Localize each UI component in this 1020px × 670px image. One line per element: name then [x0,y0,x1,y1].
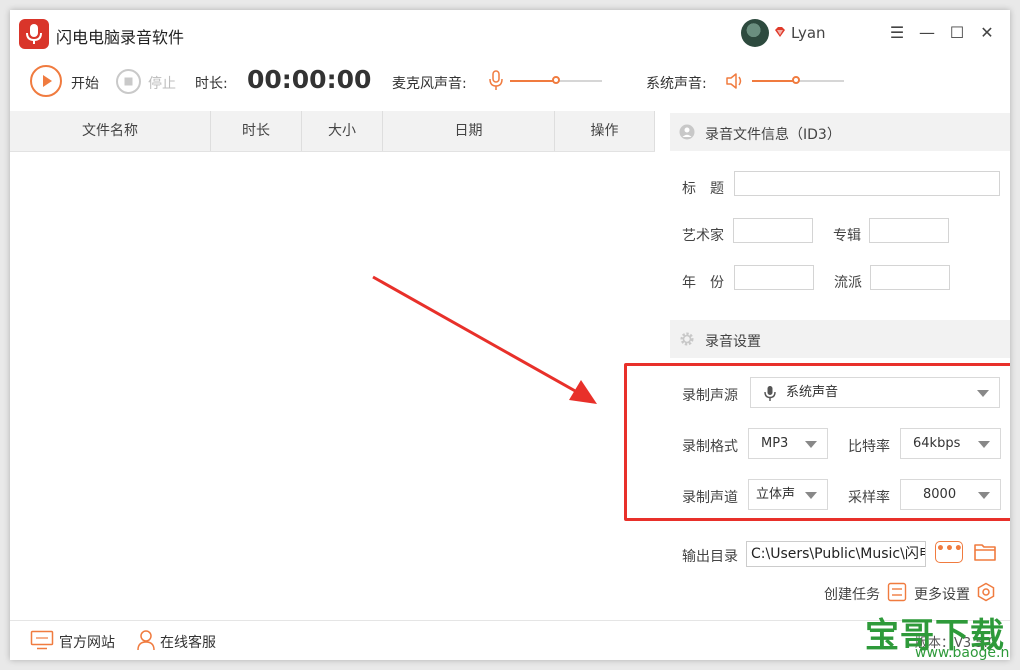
customer-service-icon[interactable] [136,629,156,651]
samplerate-value: 8000 [923,487,957,502]
microphone-icon [489,70,503,90]
annotation-arrow-icon [372,275,597,404]
monitor-icon[interactable] [30,630,54,650]
browse-button[interactable]: ••• [935,541,963,563]
mic-volume-slider[interactable] [510,76,602,84]
vip-diamond-icon [775,27,785,37]
year-label: 年 份 [682,275,724,291]
system-volume-fill [752,80,797,82]
maximize-button[interactable]: ☐ [944,21,970,45]
settings-section-header: 录音设置 [670,320,1010,358]
official-website-link[interactable]: 官方网站 [59,632,115,652]
system-volume-knob[interactable] [792,76,801,84]
source-select[interactable]: 系统声音 [750,377,1000,408]
genre-label: 流派 [834,275,862,291]
minimize-button[interactable]: — [914,21,940,45]
stop-icon [124,77,133,86]
samplerate-select[interactable]: 8000 [900,479,1001,510]
microphone-icon [764,386,776,401]
output-label: 输出目录 [682,549,738,565]
channel-select[interactable]: 立体声 [748,479,828,510]
play-icon [43,75,52,87]
duration-label: 时长: [195,76,228,92]
gear-icon [680,332,694,346]
record-timer: 00:00:00 [247,65,372,94]
artist-input[interactable] [733,218,813,243]
output-path-input[interactable]: C:\Users\Public\Music\闪电 [746,541,926,567]
format-value: MP3 [761,436,789,451]
format-label: 录制格式 [682,439,738,455]
stop-label[interactable]: 停止 [148,73,176,93]
user-avatar[interactable] [741,19,769,47]
task-list-icon[interactable] [887,582,907,602]
year-input[interactable] [734,265,814,290]
app-logo [19,19,49,49]
file-table-header: 文件名称 时长 大小 日期 操作 [10,111,655,152]
start-button[interactable] [30,65,62,97]
album-label: 专辑 [833,228,861,244]
column-header-actions[interactable]: 操作 [555,111,655,151]
watermark-url: www.baoge.net [915,645,1010,660]
album-input[interactable] [869,218,949,243]
more-settings-label[interactable]: 更多设置 [914,584,970,604]
column-header-size[interactable]: 大小 [302,111,383,151]
app-title: 闪电电脑录音软件 [56,28,185,47]
samplerate-label: 采样率 [848,490,890,506]
channel-value: 立体声 [756,487,796,502]
id3-section-title: 录音文件信息（ID3） [705,127,841,143]
info-icon [679,124,695,140]
title-label: 标 题 [682,181,724,197]
title-input[interactable] [734,171,1000,196]
chevron-down-icon [977,390,989,397]
app-window: 闪电电脑录音软件 Lyan ☰ — ☐ ✕ 开始 停止 时长: 00:00:00… [10,10,1010,660]
artist-label: 艺术家 [682,228,724,244]
settings-gear-icon[interactable] [976,582,996,602]
chevron-down-icon [805,492,817,499]
source-value: 系统声音 [786,385,839,400]
user-name[interactable]: Lyan [791,24,826,42]
column-header-duration[interactable]: 时长 [211,111,302,151]
folder-icon[interactable] [973,541,997,563]
settings-section-title: 录音设置 [705,334,761,350]
online-support-link[interactable]: 在线客服 [160,632,216,652]
speaker-icon [726,73,742,89]
mic-volume-knob[interactable] [552,76,560,84]
stop-button[interactable] [116,69,141,94]
column-header-filename[interactable]: 文件名称 [10,111,211,151]
chevron-down-icon [978,492,990,499]
bitrate-select[interactable]: 64kbps [900,428,1001,459]
close-button[interactable]: ✕ [974,21,1000,45]
column-header-date[interactable]: 日期 [383,111,555,151]
bitrate-value: 64kbps [913,436,961,451]
genre-input[interactable] [870,265,950,290]
mic-volume-label: 麦克风声音: [392,76,467,92]
bitrate-label: 比特率 [848,439,890,455]
channel-label: 录制声道 [682,490,738,506]
format-select[interactable]: MP3 [748,428,828,459]
create-task-label[interactable]: 创建任务 [824,584,880,604]
system-volume-label: 系统声音: [646,76,707,92]
start-label[interactable]: 开始 [71,73,99,93]
menu-icon[interactable]: ☰ [884,21,910,45]
chevron-down-icon [805,441,817,448]
system-volume-slider[interactable] [752,76,844,84]
source-label: 录制声源 [682,388,738,404]
chevron-down-icon [978,441,990,448]
mic-volume-fill [510,80,556,82]
id3-section-header: 录音文件信息（ID3） [670,113,1010,151]
